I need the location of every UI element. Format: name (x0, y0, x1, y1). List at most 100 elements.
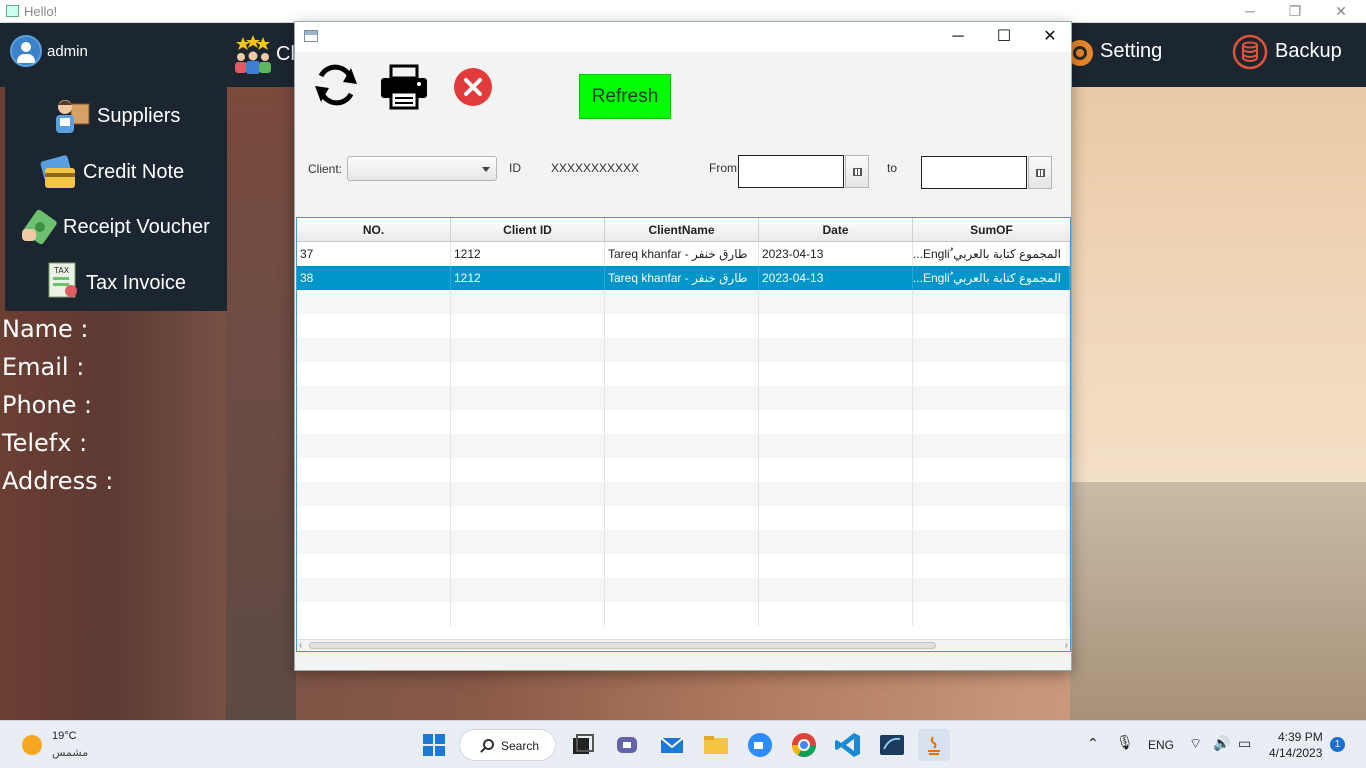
column-header-client-name[interactable]: ClientName (605, 218, 759, 242)
zoom-icon[interactable] (744, 729, 776, 761)
language-indicator[interactable]: ENG (1148, 738, 1174, 752)
empty-cell (759, 338, 913, 362)
empty-cell (451, 578, 605, 602)
sidebar-item-label: Suppliers (97, 105, 181, 127)
sidebar-item-tax-invoice[interactable]: TAX Tax Invoice (5, 257, 227, 309)
money-icon (22, 209, 57, 245)
column-header-client-id[interactable]: Client ID (451, 218, 605, 242)
scroll-left-icon[interactable]: ‹ (299, 640, 302, 651)
sidebar-item-receipt-voucher[interactable]: Receipt Voucher (5, 201, 227, 253)
empty-cell (913, 338, 1070, 362)
empty-cell (605, 482, 759, 506)
column-header-no[interactable]: NO. (297, 218, 451, 242)
clock-time[interactable]: 4:39 PM (1278, 730, 1323, 744)
empty-cell (451, 434, 605, 458)
empty-table-row[interactable] (297, 410, 1070, 434)
notification-badge[interactable]: 1 (1330, 737, 1345, 752)
sidebar-item-label: Credit Note (83, 161, 185, 183)
sidebar-item-suppliers[interactable]: Suppliers (5, 90, 227, 142)
chrome-icon[interactable] (788, 729, 820, 761)
user-avatar-icon[interactable] (10, 35, 42, 67)
horizontal-scrollbar[interactable]: ‹ › (297, 639, 1070, 651)
empty-cell (297, 434, 451, 458)
empty-cell (759, 386, 913, 410)
table-row-selected[interactable]: 38 1212 Tareq khanfar - طارق خنفر 2023-0… (297, 266, 1070, 290)
close-icon[interactable]: ✕ (1330, 2, 1352, 20)
empty-table-row[interactable] (297, 314, 1070, 338)
microphone-icon[interactable]: 🎙 (1116, 734, 1134, 751)
sun-icon[interactable] (22, 735, 42, 755)
weather-condition[interactable]: مشمس (52, 746, 88, 759)
printer-icon[interactable] (379, 64, 429, 110)
empty-cell (913, 554, 1070, 578)
empty-table-row[interactable] (297, 482, 1070, 506)
teams-icon[interactable] (611, 729, 643, 761)
cell-sum-of: المجموع كتابة بالعربي ُEngli... (913, 242, 1070, 266)
to-date-input[interactable] (921, 156, 1027, 189)
empty-cell (605, 554, 759, 578)
empty-cell (297, 290, 451, 314)
backup-icon[interactable] (1232, 34, 1268, 70)
battery-icon[interactable]: ▭ (1238, 735, 1251, 752)
database-tool-icon[interactable] (876, 729, 908, 761)
from-date-picker-button[interactable] (845, 155, 869, 188)
clock-date[interactable]: 4/14/2023 (1269, 746, 1322, 760)
empty-cell (913, 410, 1070, 434)
cell-sum-of: المجموع كتابة بالعربي ُEngli... (913, 266, 1070, 290)
dialog-close-icon[interactable]: ✕ (1039, 27, 1061, 47)
empty-cell (913, 482, 1070, 506)
sidebar-item-credit-note[interactable]: Credit Note (5, 146, 227, 198)
minimize-icon[interactable]: ─ (1239, 2, 1261, 20)
clients-nav-label[interactable]: Cl (276, 43, 294, 66)
empty-table-row[interactable] (297, 362, 1070, 386)
dialog-maximize-icon[interactable]: ☐ (993, 27, 1015, 47)
clients-icon[interactable] (232, 35, 274, 75)
empty-cell (605, 434, 759, 458)
dialog-minimize-icon[interactable]: ─ (947, 27, 969, 47)
volume-icon[interactable]: 🔊 (1213, 735, 1230, 752)
cancel-icon[interactable] (453, 67, 493, 107)
table-row[interactable]: 37 1212 Tareq khanfar - طارق خنفر 2023-0… (297, 242, 1070, 266)
refresh-button[interactable]: Refresh (579, 74, 671, 119)
task-view-icon[interactable] (566, 729, 598, 761)
setting-nav-label[interactable]: Setting (1100, 40, 1162, 63)
chevron-up-icon[interactable]: ⌃ (1087, 735, 1099, 752)
windows-start-icon[interactable] (418, 729, 450, 761)
empty-table-row[interactable] (297, 458, 1070, 482)
empty-cell (759, 602, 913, 626)
empty-table-row[interactable] (297, 434, 1070, 458)
empty-table-row[interactable] (297, 554, 1070, 578)
receipts-table[interactable]: NO. Client ID ClientName Date SumOF 37 1… (296, 217, 1071, 652)
java-app-icon[interactable] (918, 729, 950, 761)
reload-icon[interactable] (311, 62, 361, 108)
to-date-picker-button[interactable] (1028, 156, 1052, 189)
empty-table-row[interactable] (297, 338, 1070, 362)
mail-icon[interactable] (656, 729, 688, 761)
file-explorer-icon[interactable] (700, 729, 732, 761)
cell-client-name: Tareq khanfar - طارق خنفر (605, 242, 759, 266)
empty-table-row[interactable] (297, 602, 1070, 626)
empty-cell (451, 554, 605, 578)
wifi-icon[interactable]: ⌔ (1189, 735, 1202, 753)
client-dropdown[interactable] (347, 156, 497, 181)
empty-table-row[interactable] (297, 578, 1070, 602)
empty-cell (759, 410, 913, 434)
taskbar-search[interactable]: Search (459, 729, 556, 761)
empty-table-row[interactable] (297, 386, 1070, 410)
restore-icon[interactable]: ❐ (1284, 2, 1306, 20)
vscode-icon[interactable] (832, 729, 864, 761)
client-label: Client: (308, 162, 343, 176)
column-header-date[interactable]: Date (759, 218, 913, 242)
empty-table-row[interactable] (297, 290, 1070, 314)
chevron-down-icon (482, 167, 490, 172)
scroll-right-icon[interactable]: › (1065, 640, 1068, 651)
weather-temperature[interactable]: 19°C (52, 730, 77, 742)
empty-table-row[interactable] (297, 506, 1070, 530)
empty-cell (297, 506, 451, 530)
backup-nav-label[interactable]: Backup (1275, 40, 1342, 63)
empty-table-row[interactable] (297, 530, 1070, 554)
column-header-sum-of[interactable]: SumOF (913, 218, 1070, 242)
scrollbar-thumb[interactable] (309, 642, 936, 649)
from-date-input[interactable] (738, 155, 844, 188)
empty-cell (913, 314, 1070, 338)
